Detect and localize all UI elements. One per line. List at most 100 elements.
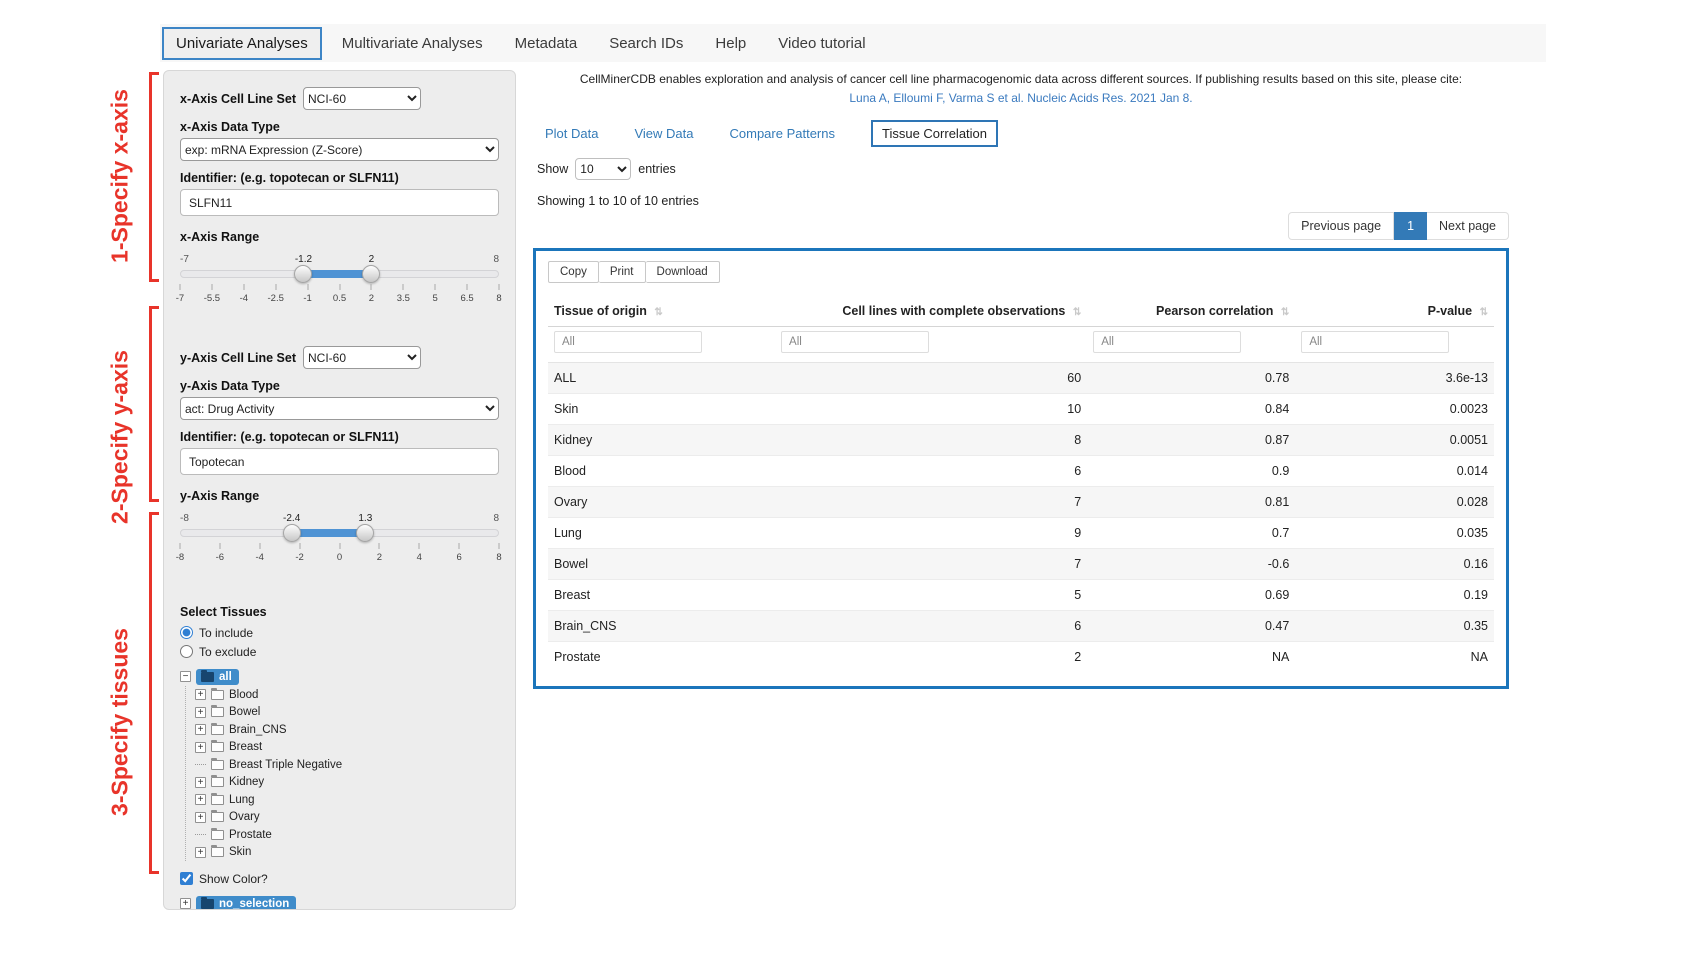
tab-compare-patterns[interactable]: Compare Patterns <box>730 126 836 141</box>
table-cell: 0.87 <box>1087 425 1295 456</box>
x-identifier-input[interactable] <box>180 189 499 216</box>
tab-univariate-analyses[interactable]: Univariate Analyses <box>162 27 322 60</box>
tab-multivariate-analyses[interactable]: Multivariate Analyses <box>330 29 495 58</box>
tree-item-breast[interactable]: + Breast <box>195 739 499 757</box>
expand-toggle-icon[interactable]: + <box>180 898 191 909</box>
tab-plot-data[interactable]: Plot Data <box>545 126 598 141</box>
x-data-type-select[interactable]: exp: mRNA Expression (Z-Score) <box>180 138 499 161</box>
tree-item-lung[interactable]: + Lung <box>195 791 499 809</box>
table-row: Ovary70.810.028 <box>548 487 1494 518</box>
tree-item-breast-triple-negative[interactable]: Breast Triple Negative <box>195 756 499 774</box>
sort-icon[interactable]: ⇅ <box>654 307 662 318</box>
y-identifier-input[interactable] <box>180 448 499 475</box>
tick-label: 4 <box>417 552 422 563</box>
column-header-label: P-value <box>1428 304 1472 318</box>
tree-no-selection[interactable]: + no_selection <box>180 894 499 910</box>
no-selection-chip[interactable]: no_selection <box>196 896 296 911</box>
column-header-pvalue[interactable]: P-value ⇅ <box>1295 296 1494 327</box>
page-length-select[interactable]: 10 <box>575 158 631 180</box>
filter-tissue-input[interactable] <box>554 331 702 353</box>
x-cell-line-set-select[interactable]: NCI-60 <box>303 87 421 110</box>
tab-help[interactable]: Help <box>703 29 758 58</box>
annotation-step2-label: 2-Specify y-axis <box>107 350 134 524</box>
tree-item-label[interactable]: Prostate <box>229 829 272 841</box>
filter-pvalue-input[interactable] <box>1301 331 1449 353</box>
table-cell: 10 <box>775 394 1087 425</box>
download-button[interactable]: Download <box>646 261 720 283</box>
tree-item-kidney[interactable]: + Kidney <box>195 774 499 792</box>
tree-item-prostate[interactable]: Prostate <box>195 826 499 844</box>
tree-item-ovary[interactable]: + Ovary <box>195 809 499 827</box>
show-color-checkbox[interactable] <box>180 872 193 885</box>
filter-cell-lines-input[interactable] <box>781 331 929 353</box>
tick-label: 0.5 <box>333 293 346 304</box>
tree-root-all[interactable]: − all <box>180 667 499 686</box>
tree-item-blood[interactable]: + Blood <box>195 686 499 704</box>
tree-item-skin[interactable]: + Skin <box>195 844 499 862</box>
column-header-tissue[interactable]: Tissue of origin ⇅ <box>548 296 775 327</box>
table-row: ALL600.783.6e-13 <box>548 363 1494 394</box>
expand-toggle-icon[interactable]: + <box>195 812 206 823</box>
column-header-cell-lines[interactable]: Cell lines with complete observations ⇅ <box>775 296 1087 327</box>
table-cell: 7 <box>775 549 1087 580</box>
table-cell: 0.16 <box>1295 549 1494 580</box>
y-range-handle-low[interactable] <box>283 524 301 542</box>
table-cell: Brain_CNS <box>548 611 775 642</box>
previous-page-button[interactable]: Previous page <box>1288 212 1394 240</box>
table-export-buttons: Copy Print Download <box>548 261 1494 283</box>
next-page-button[interactable]: Next page <box>1427 212 1509 240</box>
tree-item-label[interactable]: Bowel <box>229 706 260 718</box>
sort-icon[interactable]: ⇅ <box>1281 307 1289 318</box>
tree-item-label[interactable]: Skin <box>229 846 251 858</box>
table-cell: 0.78 <box>1087 363 1295 394</box>
filter-pearson-input[interactable] <box>1093 331 1241 353</box>
x-range-handle-low[interactable] <box>294 265 312 283</box>
exclude-radio[interactable] <box>180 645 193 658</box>
expand-toggle-icon[interactable]: + <box>195 689 206 700</box>
column-header-pearson[interactable]: Pearson correlation ⇅ <box>1087 296 1295 327</box>
expand-toggle-icon[interactable]: + <box>195 707 206 718</box>
expand-toggle-icon[interactable]: + <box>195 777 206 788</box>
tab-tissue-correlation[interactable]: Tissue Correlation <box>871 120 998 147</box>
x-range-slider[interactable]: -7 8 -1.2 2 -7-5.5-4-2.5-10.523.556.58 <box>180 268 499 324</box>
tree-item-label[interactable]: Ovary <box>229 811 260 823</box>
expand-toggle-icon[interactable]: + <box>195 794 206 805</box>
tree-item-label[interactable]: Lung <box>229 794 255 806</box>
tick-label: -4 <box>256 552 264 563</box>
tab-video-tutorial[interactable]: Video tutorial <box>766 29 877 58</box>
tree-item-label[interactable]: Kidney <box>229 776 264 788</box>
x-range-handle-high[interactable] <box>362 265 380 283</box>
exclude-radio-label: To exclude <box>199 645 256 659</box>
citation-link[interactable]: Luna A, Elloumi F, Varma S et al. Nuclei… <box>533 91 1509 105</box>
y-range-low-value: -2.4 <box>281 513 302 524</box>
expand-toggle-icon[interactable]: + <box>195 847 206 858</box>
copy-button[interactable]: Copy <box>548 261 599 283</box>
collapse-toggle-icon[interactable]: − <box>180 671 191 682</box>
y-range-slider[interactable]: -8 8 -2.4 1.3 -8-6-4-202468 <box>180 527 499 583</box>
tab-metadata[interactable]: Metadata <box>503 29 590 58</box>
print-button[interactable]: Print <box>599 261 646 283</box>
tab-view-data[interactable]: View Data <box>634 126 693 141</box>
folder-icon <box>211 690 224 700</box>
tree-item-bowel[interactable]: + Bowel <box>195 704 499 722</box>
y-range-handle-high[interactable] <box>356 524 374 542</box>
tree-item-label[interactable]: Brain_CNS <box>229 724 287 736</box>
y-data-type-select[interactable]: act: Drug Activity <box>180 397 499 420</box>
sort-icon[interactable]: ⇅ <box>1073 307 1081 318</box>
tab-search-ids[interactable]: Search IDs <box>597 29 695 58</box>
tick-label: -4 <box>240 293 248 304</box>
tree-item-brain_cns[interactable]: + Brain_CNS <box>195 721 499 739</box>
include-radio[interactable] <box>180 626 193 639</box>
table-cell: 7 <box>775 487 1087 518</box>
show-color-label: Show Color? <box>199 872 268 886</box>
y-cell-line-set-select[interactable]: NCI-60 <box>303 346 421 369</box>
tree-root-chip[interactable]: all <box>196 669 239 685</box>
tree-item-label[interactable]: Breast <box>229 741 262 753</box>
sort-icon[interactable]: ⇅ <box>1480 307 1488 318</box>
table-row: Lung90.70.035 <box>548 518 1494 549</box>
tree-item-label[interactable]: Blood <box>229 689 258 701</box>
expand-toggle-icon[interactable]: + <box>195 724 206 735</box>
tree-item-label[interactable]: Breast Triple Negative <box>229 759 342 771</box>
page-1-button[interactable]: 1 <box>1394 212 1427 240</box>
expand-toggle-icon[interactable]: + <box>195 742 206 753</box>
